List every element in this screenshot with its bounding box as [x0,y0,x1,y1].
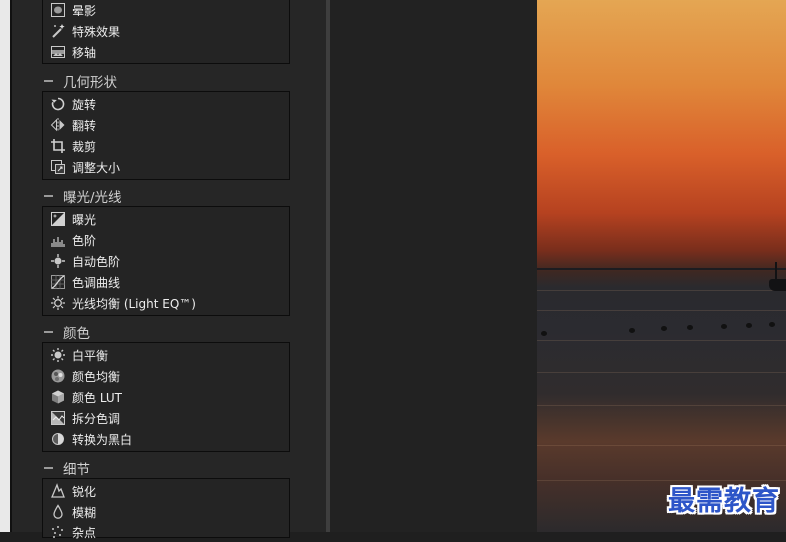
menu-item-crop[interactable]: 裁剪 [50,136,96,156]
window-left-edge [0,0,10,532]
section-header-exposure[interactable]: 曝光/光线 [44,187,122,206]
menu-item-label: 颜色均衡 [72,369,121,384]
menu-item-label: 旋转 [72,97,97,112]
wave-line [537,445,786,446]
black-white-icon [52,433,64,445]
section-title: 曝光/光线 [63,190,122,206]
buoy [769,322,775,327]
menu-item-label: 晕影 [72,3,97,18]
resize-icon [51,160,65,174]
menu-item-exposure[interactable]: 曝光 [50,209,96,229]
collapse-icon[interactable] [44,195,53,197]
menu-item-label: 曝光 [72,212,97,227]
buoy [629,328,635,333]
menu-item-light-eq[interactable]: 光线均衡 (Light EQ™) [50,293,196,313]
horizon-line [537,268,786,270]
buoy [687,325,693,330]
menu-item-auto-levels[interactable]: 自动色阶 [50,251,120,271]
auto-levels-icon [51,254,65,268]
noise-icon [52,526,63,538]
wave-line [537,372,786,373]
crop-icon [51,139,65,153]
menu-item-label: 裁剪 [72,139,97,154]
section-title: 颜色 [63,326,90,342]
preview-photo: 最需教育 [537,0,786,532]
section-header-geometry[interactable]: 几何形状 [44,72,117,91]
light-eq-icon [51,296,65,310]
blur-icon [53,504,63,519]
menu-item-black-white[interactable]: 转换为黑白 [50,429,132,449]
tilt-shift-icon [51,46,65,58]
menu-item-label: 颜色 LUT [72,390,123,405]
section-header-color[interactable]: 颜色 [44,323,90,342]
menu-item-color-balance[interactable]: 颜色均衡 [50,366,120,386]
menu-item-label: 翻转 [72,118,97,133]
preview-background [330,0,537,532]
menu-item-special-effects[interactable]: 特殊效果 [50,21,120,41]
section-title: 几何形状 [63,75,117,91]
menu-item-levels[interactable]: 色阶 [50,230,96,250]
menu-item-label: 转换为黑白 [72,432,133,447]
section-title: 细节 [63,462,90,478]
section-header-detail[interactable]: 细节 [44,459,90,478]
menu-item-label: 移轴 [72,45,97,60]
boat-mast [775,262,777,280]
watermark: 最需教育 [668,486,780,517]
tone-curve-icon [51,275,65,289]
buoy [746,323,752,328]
menu-item-label: 锐化 [72,484,97,499]
magic-wand-icon [52,24,65,38]
menu-item-white-balance[interactable]: 白平衡 [50,345,108,365]
menu-item-label: 色阶 [72,233,97,248]
boat [769,279,786,291]
rotate-icon [51,97,65,111]
menu-item-flip[interactable]: 翻转 [50,115,96,135]
buoy [721,324,727,329]
buoy [541,331,547,336]
menu-item-label: 白平衡 [72,348,109,363]
menu-item-vignette[interactable]: 晕影 [50,0,96,20]
menu-item-label: 特殊效果 [72,24,121,39]
menu-item-rotate[interactable]: 旋转 [50,94,96,114]
menu-item-label: 杂点 [72,525,97,540]
menu-item-noise[interactable]: 杂点 [50,522,96,542]
levels-icon [51,237,65,247]
menu-item-label: 色调曲线 [72,275,121,290]
menu-item-tone-curve[interactable]: 色调曲线 [50,272,120,292]
menu-item-color-lut[interactable]: 颜色 LUT [50,387,122,407]
sharpen-icon [51,483,65,498]
flip-icon [50,118,65,132]
menu-item-resize[interactable]: 调整大小 [50,157,120,177]
menu-item-label: 调整大小 [72,160,121,175]
menu-item-tilt-shift[interactable]: 移轴 [50,42,96,62]
menu-item-blur[interactable]: 模糊 [50,502,96,522]
white-balance-icon [51,348,65,362]
menu-item-label: 模糊 [72,505,97,520]
buoy [661,326,667,331]
menu-item-label: 拆分色调 [72,411,121,426]
wave-line [537,290,786,291]
menu-item-split-tone[interactable]: 拆分色调 [50,408,120,428]
color-balance-icon [51,369,65,383]
color-lut-icon [52,390,64,404]
wave-line [537,405,786,406]
exposure-icon [51,212,65,226]
wave-line [537,340,786,341]
menu-item-label: 自动色阶 [72,254,121,269]
wave-line [537,310,786,311]
vignette-icon [51,3,65,17]
split-tone-icon [51,411,65,425]
menu-item-sharpen[interactable]: 锐化 [50,481,96,501]
collapse-icon[interactable] [44,467,53,469]
collapse-icon[interactable] [44,331,53,333]
collapse-icon[interactable] [44,80,53,82]
menu-item-label: 光线均衡 (Light EQ™) [72,296,196,311]
